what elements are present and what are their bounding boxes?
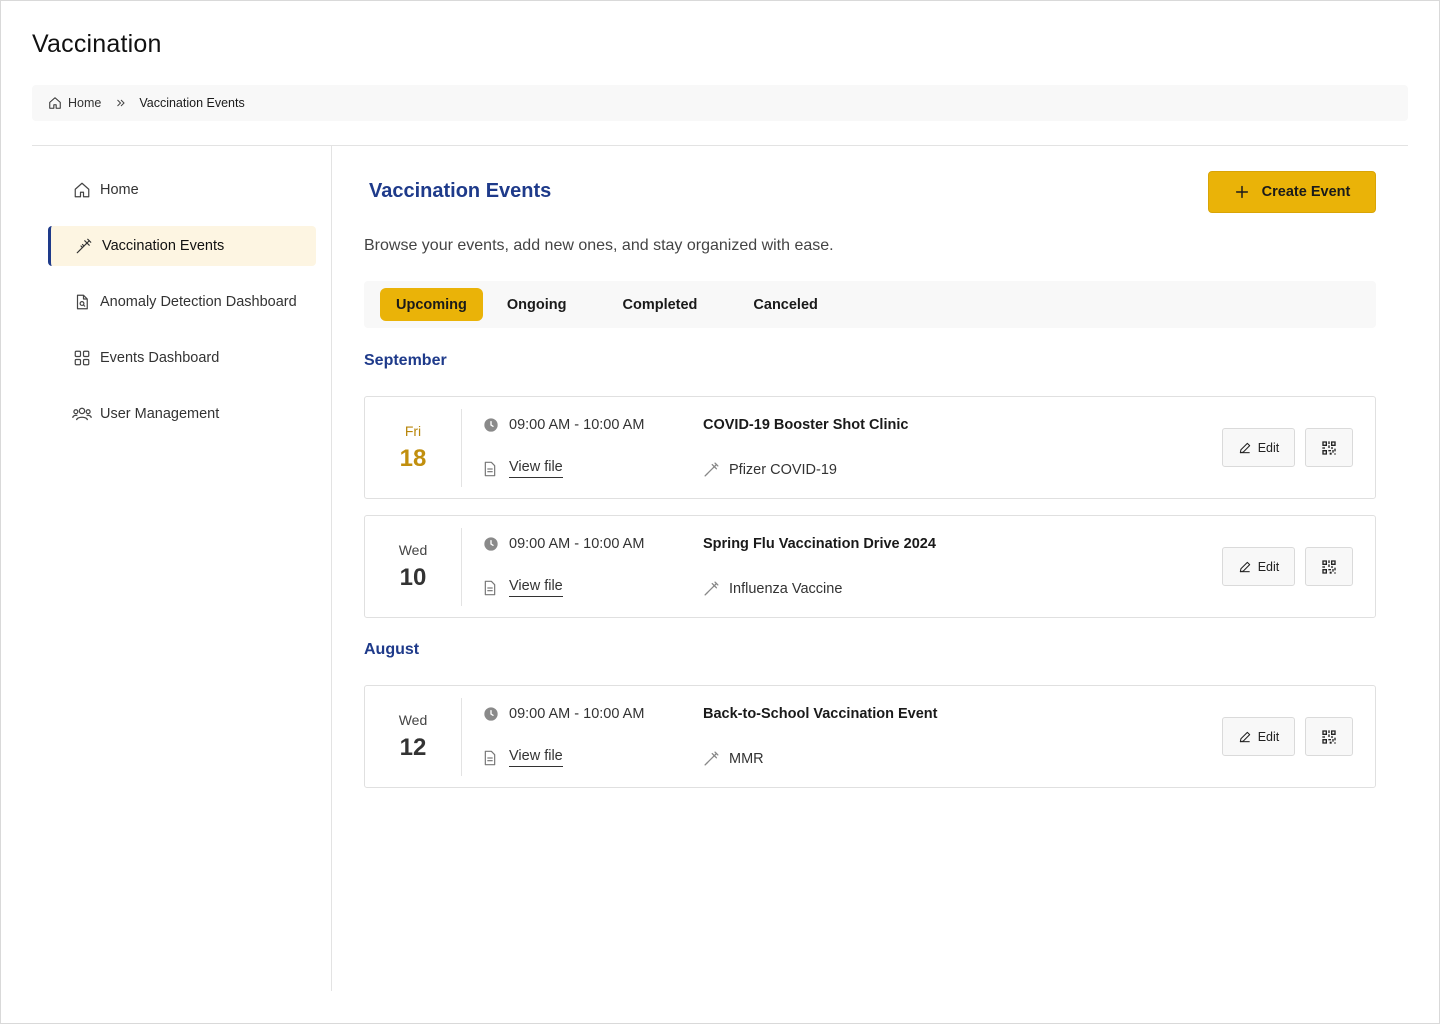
event-time-text: 09:00 AM - 10:00 AM (509, 417, 645, 433)
event-time: 09:00 AM - 10:00 AM (483, 417, 644, 433)
qr-code-icon (1322, 559, 1336, 574)
sidebar-item-label: Events Dashboard (100, 350, 220, 366)
breadcrumb-home[interactable]: Home (48, 96, 101, 110)
month-heading: August (364, 641, 420, 658)
tab-canceled[interactable]: Canceled (737, 288, 833, 321)
event-time-text: 09:00 AM - 10:00 AM (509, 536, 645, 552)
event-name: Spring Flu Vaccination Drive 2024 (703, 536, 936, 552)
qr-code-icon (1322, 440, 1336, 455)
event-time: 09:00 AM - 10:00 AM (483, 706, 644, 722)
event-file: View file (483, 459, 563, 478)
event-day: 12 (399, 734, 427, 761)
event-vaccine-text: Influenza Vaccine (729, 580, 843, 597)
sidebar-divider (331, 146, 332, 991)
home-icon (72, 180, 92, 200)
event-file: View file (483, 578, 563, 597)
view-file-link[interactable]: View file (509, 578, 563, 597)
document-search-icon (72, 292, 92, 312)
sidebar-item-home[interactable]: Home (48, 170, 316, 210)
pencil-icon (1239, 561, 1250, 572)
event-time: 09:00 AM - 10:00 AM (483, 536, 644, 552)
sidebar-item-label: Home (100, 182, 139, 198)
pencil-icon (1239, 731, 1250, 742)
qr-code-button[interactable] (1305, 547, 1353, 586)
event-card[interactable]: Fri 18 09:00 AM - 10:00 AM View file COV… (364, 396, 1376, 499)
view-file-link[interactable]: View file (509, 748, 563, 767)
plus-icon (1235, 185, 1248, 199)
qr-code-button[interactable] (1305, 717, 1353, 756)
header-divider (32, 145, 1408, 146)
event-weekday: Fri (404, 423, 422, 439)
sidebar-item-user-management[interactable]: User Management (48, 394, 316, 434)
qr-code-button[interactable] (1305, 428, 1353, 467)
pencil-icon (1239, 442, 1250, 453)
clock-icon (484, 418, 498, 432)
sidebar-item-label: User Management (100, 406, 220, 422)
sidebar-item-anomaly-detection-dashboard[interactable]: Anomaly Detection Dashboard (48, 282, 316, 322)
edit-button[interactable]: Edit (1222, 428, 1295, 467)
chevrons-right-icon (115, 97, 127, 109)
page-subtitle: Browse your events, add new ones, and st… (364, 237, 834, 254)
event-vaccine-text: Pfizer COVID-19 (729, 461, 837, 478)
event-time-text: 09:00 AM - 10:00 AM (509, 706, 645, 722)
create-event-label: Create Event (1261, 184, 1351, 200)
event-card[interactable]: Wed 10 09:00 AM - 10:00 AM View file Spr… (364, 515, 1376, 618)
event-vaccine: MMR (703, 750, 764, 767)
event-day: 10 (399, 564, 427, 591)
qr-code-icon (1322, 729, 1336, 744)
breadcrumb-home-label: Home (68, 96, 102, 110)
event-day: 18 (399, 445, 427, 472)
clock-icon (484, 537, 498, 551)
breadcrumb: Home Vaccination Events (32, 85, 1408, 121)
edit-label: Edit (1257, 729, 1280, 744)
clock-icon (484, 707, 498, 721)
event-vaccine: Influenza Vaccine (703, 580, 842, 597)
tab-upcoming[interactable]: Upcoming (380, 288, 483, 321)
event-file: View file (483, 748, 563, 767)
sidebar-item-label: Vaccination Events (102, 238, 225, 254)
sidebar-item-events-dashboard[interactable]: Events Dashboard (48, 338, 316, 378)
event-vaccine: Pfizer COVID-19 (703, 461, 837, 478)
grid-icon (72, 348, 92, 368)
edit-label: Edit (1257, 559, 1280, 574)
home-icon (49, 97, 61, 109)
event-date: Wed 10 (365, 528, 462, 606)
tab-ongoing[interactable]: Ongoing (491, 288, 583, 321)
app-title: Vaccination (32, 30, 162, 58)
file-icon (484, 461, 496, 476)
file-icon (484, 750, 496, 765)
status-tabs: Upcoming Ongoing Completed Canceled (364, 281, 1376, 328)
syringe-icon (74, 236, 94, 256)
edit-button[interactable]: Edit (1222, 717, 1295, 756)
sidebar: Home Vaccination Events Anomaly Detectio… (48, 170, 316, 450)
create-event-button[interactable]: Create Event (1208, 171, 1376, 213)
event-name: Back-to-School Vaccination Event (703, 706, 938, 722)
month-heading: September (364, 352, 447, 369)
event-weekday: Wed (398, 542, 428, 558)
event-weekday: Wed (398, 712, 428, 728)
event-date: Fri 18 (365, 409, 462, 487)
sidebar-item-vaccination-events[interactable]: Vaccination Events (48, 226, 316, 266)
sidebar-item-label: Anomaly Detection Dashboard (100, 294, 297, 310)
event-vaccine-text: MMR (729, 750, 764, 767)
event-date: Wed 12 (365, 698, 462, 776)
event-card[interactable]: Wed 12 09:00 AM - 10:00 AM View file Bac… (364, 685, 1376, 788)
view-file-link[interactable]: View file (509, 459, 563, 478)
file-icon (484, 580, 496, 595)
app-frame (0, 0, 1440, 1024)
page-title: Vaccination Events (369, 180, 552, 202)
edit-label: Edit (1257, 440, 1280, 455)
syringe-icon (704, 751, 719, 766)
users-icon (72, 404, 92, 424)
edit-button[interactable]: Edit (1222, 547, 1295, 586)
syringe-icon (704, 581, 719, 596)
breadcrumb-current: Vaccination Events (139, 96, 245, 110)
tab-completed[interactable]: Completed (606, 288, 713, 321)
event-name: COVID-19 Booster Shot Clinic (703, 417, 909, 433)
syringe-icon (704, 462, 719, 477)
